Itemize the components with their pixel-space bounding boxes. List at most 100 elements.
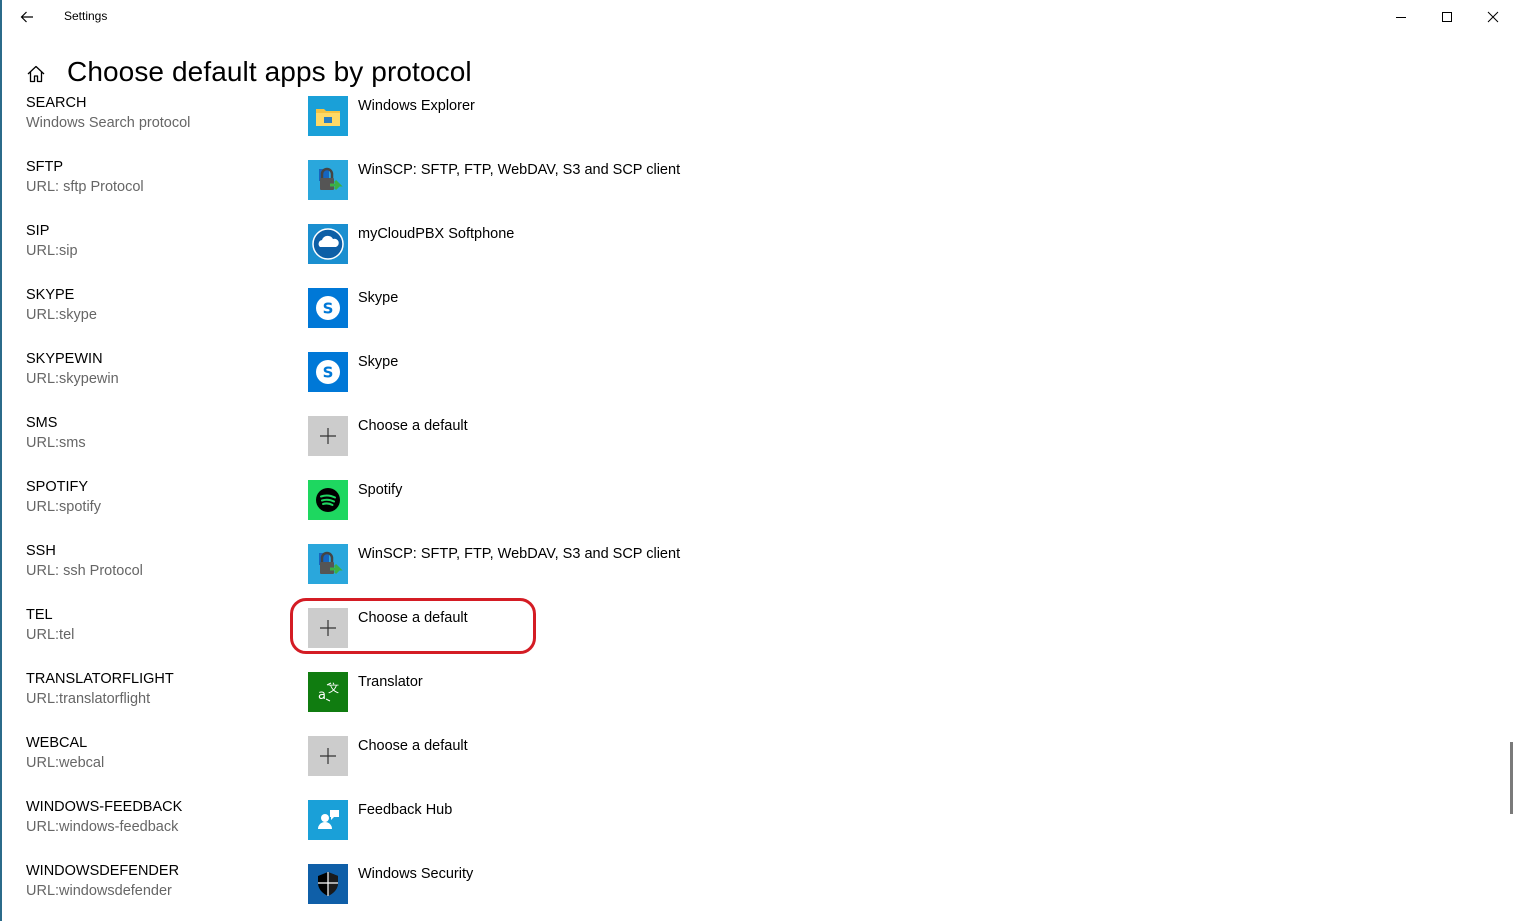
protocol-info: SEARCH Windows Search protocol <box>26 94 190 134</box>
winscp-icon <box>308 160 348 200</box>
app-name: Skype <box>358 354 399 370</box>
mycloudpbx-icon <box>308 224 348 264</box>
default-app-button[interactable]: S Skype <box>308 352 398 392</box>
protocol-info: SIP URL:sip <box>26 222 78 262</box>
translator-icon: a文 <box>308 672 348 712</box>
protocol-description: Windows Search protocol <box>26 115 191 131</box>
protocol-row-search: SEARCH Windows Search protocol Windows E… <box>0 93 1500 157</box>
app-name: Feedback Hub <box>358 802 453 818</box>
default-app-button[interactable]: WinSCP: SFTP, FTP, WebDAV, S3 and SCP cl… <box>308 544 680 584</box>
maximize-icon <box>1442 11 1452 22</box>
back-arrow-icon <box>20 11 33 23</box>
protocol-row-sip: SIP URL:sip myCloudPBX Softphone <box>0 221 1500 285</box>
svg-text:S: S <box>323 300 334 318</box>
close-button[interactable] <box>1470 0 1515 33</box>
app-name: Windows Security <box>358 866 474 882</box>
choose-default-button[interactable]: Choose a default <box>308 608 468 648</box>
default-app-button[interactable]: Spotify <box>308 480 402 520</box>
skype-icon: S <box>308 352 348 392</box>
protocol-description: URL: ssh Protocol <box>26 563 143 579</box>
window-title: Settings <box>64 9 108 23</box>
plus-icon <box>308 736 348 776</box>
svg-text:S: S <box>323 364 334 382</box>
protocol-info: SKYPE URL:skype <box>26 286 97 326</box>
plus-icon <box>308 608 348 648</box>
protocol-description: URL:windowsdefender <box>26 883 172 899</box>
protocol-row-skypewin: SKYPEWIN URL:skypewin S Skype <box>0 349 1500 413</box>
default-app-button[interactable]: S Skype <box>308 288 398 328</box>
app-name: Choose a default <box>358 738 468 754</box>
protocol-info: SKYPEWIN URL:skypewin <box>26 350 119 390</box>
choose-default-button[interactable]: Choose a default <box>308 736 468 776</box>
app-name: Windows Explorer <box>358 98 475 114</box>
protocol-description: URL:spotify <box>26 499 101 515</box>
svg-text:a: a <box>318 688 326 703</box>
winscp-icon <box>308 544 348 584</box>
protocol-name: SFTP <box>26 159 64 175</box>
app-name: Skype <box>358 290 399 306</box>
maximize-button[interactable] <box>1424 0 1470 33</box>
protocol-row-windowsdefender: WINDOWSDEFENDER URL:windowsdefender Wind… <box>0 861 1500 921</box>
default-app-button[interactable]: a文 Translator <box>308 672 423 712</box>
default-app-button[interactable]: Windows Explorer <box>308 96 475 136</box>
protocol-row-translatorflight: TRANSLATORFLIGHT URL:translatorflight a文… <box>0 669 1500 733</box>
protocol-info: TRANSLATORFLIGHT URL:translatorflight <box>26 670 174 710</box>
protocol-info: SMS URL:sms <box>26 414 86 454</box>
feedback-hub-icon <box>308 800 348 840</box>
protocol-row-skype: SKYPE URL:skype S Skype <box>0 285 1500 349</box>
skype-icon: S <box>308 288 348 328</box>
protocol-name: TEL <box>26 607 53 623</box>
shield-icon <box>308 864 348 904</box>
app-name: Choose a default <box>358 418 468 434</box>
protocol-name: SPOTIFY <box>26 479 89 495</box>
app-name: myCloudPBX Softphone <box>358 226 515 242</box>
protocol-name: SKYPEWIN <box>26 351 103 367</box>
protocol-name: SKYPE <box>26 287 75 303</box>
title-bar: Settings <box>0 0 1515 33</box>
minimize-button[interactable] <box>1378 0 1424 33</box>
protocol-name: SIP <box>26 223 50 239</box>
protocol-info: SSH URL: ssh Protocol <box>26 542 143 582</box>
protocol-row-spotify: SPOTIFY URL:spotify Spotify <box>0 477 1500 541</box>
minimize-icon <box>1396 16 1406 18</box>
protocol-description: URL:windows-feedback <box>26 819 179 835</box>
protocol-name: SEARCH <box>26 95 87 111</box>
protocol-description: URL:skypewin <box>26 371 119 387</box>
folder-icon <box>308 96 348 136</box>
protocol-description: URL:skype <box>26 307 97 323</box>
protocol-info: WEBCAL URL:webcal <box>26 734 104 774</box>
spotify-icon <box>308 480 348 520</box>
protocol-info: SFTP URL: sftp Protocol <box>26 158 144 198</box>
back-button[interactable] <box>10 3 44 31</box>
app-name: Translator <box>358 674 423 690</box>
app-name: Spotify <box>358 482 403 498</box>
default-app-button[interactable]: Windows Security <box>308 864 473 904</box>
protocol-info: WINDOWSDEFENDER URL:windowsdefender <box>26 862 179 902</box>
protocol-name: SMS <box>26 415 58 431</box>
protocol-row-windows-feedback: WINDOWS-FEEDBACK URL:windows-feedback Fe… <box>0 797 1500 861</box>
protocol-name: WINDOWSDEFENDER <box>26 863 180 879</box>
protocol-info: WINDOWS-FEEDBACK URL:windows-feedback <box>26 798 182 838</box>
choose-default-button[interactable]: Choose a default <box>308 416 468 456</box>
protocol-description: URL: sftp Protocol <box>26 179 144 195</box>
default-app-button[interactable]: WinSCP: SFTP, FTP, WebDAV, S3 and SCP cl… <box>308 160 680 200</box>
protocol-row-ssh: SSH URL: ssh Protocol WinSCP: SFTP, FTP,… <box>0 541 1500 605</box>
default-app-button[interactable]: myCloudPBX Softphone <box>308 224 514 264</box>
protocol-description: URL:webcal <box>26 755 105 771</box>
svg-text:文: 文 <box>328 681 339 695</box>
scrollbar-thumb[interactable] <box>1510 742 1513 814</box>
default-app-button[interactable]: Feedback Hub <box>308 800 452 840</box>
protocol-name: WEBCAL <box>26 735 88 751</box>
page-header: Choose default apps by protocol <box>0 52 1515 94</box>
protocol-description: URL:sip <box>26 243 78 259</box>
app-name: WinSCP: SFTP, FTP, WebDAV, S3 and SCP cl… <box>358 546 681 562</box>
plus-icon <box>308 416 348 456</box>
protocol-info: SPOTIFY URL:spotify <box>26 478 101 518</box>
protocol-name: WINDOWS-FEEDBACK <box>26 799 183 815</box>
close-icon <box>1487 11 1499 22</box>
protocol-description: URL:tel <box>26 627 75 643</box>
protocol-description: URL:sms <box>26 435 86 451</box>
protocol-description: URL:translatorflight <box>26 691 151 707</box>
home-button[interactable] <box>22 60 50 88</box>
protocol-name: TRANSLATORFLIGHT <box>26 671 174 687</box>
